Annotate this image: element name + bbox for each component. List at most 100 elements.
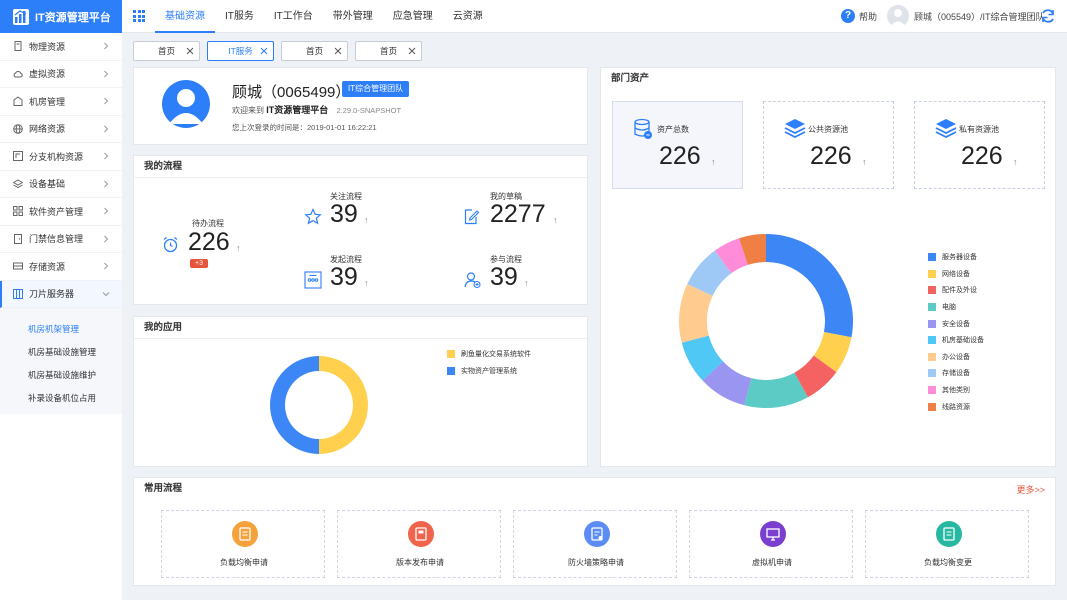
legend-item[interactable]: 安全设备 — [928, 315, 984, 332]
topnav-item-basic[interactable]: 基础资源 — [155, 0, 215, 33]
asset-public-card[interactable]: 公共资源池 226 ↑ — [763, 101, 894, 189]
asset-label: 公共资源池 — [808, 125, 848, 134]
sidebar-item-branch[interactable]: 分支机构资源 — [0, 143, 122, 171]
panel-title: 我的流程 — [134, 156, 587, 178]
pie-slice-1[interactable] — [319, 356, 368, 454]
sidebar-item-virtual[interactable]: 虚拟资源 — [0, 61, 122, 88]
balance-icon — [232, 521, 258, 547]
sidebar-item-label: 软件资产管理 — [29, 206, 84, 217]
sidebar-item-room[interactable]: 机房管理 — [0, 88, 122, 116]
sidebar-item-label: 设备基础 — [29, 179, 66, 190]
change-icon — [936, 521, 962, 547]
release-icon — [408, 521, 434, 547]
tab-it-service[interactable]: IT服务 — [207, 41, 274, 61]
process-firewall-apply[interactable]: 防火墙策略申请 — [513, 510, 677, 578]
topnav-item-cloud[interactable]: 云资源 — [443, 0, 493, 33]
close-icon[interactable] — [260, 47, 268, 55]
arrow-up-icon: ↑ — [364, 215, 369, 225]
process-lb-change[interactable]: 负载均衡变更 — [865, 510, 1029, 578]
legend-item[interactable]: 办公设备 — [928, 349, 984, 366]
dept-assets-panel: 部门资产 资产总数 226 ↑ 公共资源池 226 ↑ 私有资源池 226 ↑ … — [600, 67, 1056, 467]
process-release-apply[interactable]: 版本发布申请 — [337, 510, 501, 578]
team-badge[interactable]: IT综合管理团队 — [342, 81, 410, 97]
close-icon[interactable] — [408, 47, 416, 55]
top-bar: IT资源管理平台 基础资源 IT服务 IT工作台 带外管理 应急管理 云资源 ?… — [0, 0, 1067, 33]
legend-item[interactable]: 网络设备 — [928, 266, 984, 283]
legend-item[interactable]: 刷鱼量化交易系统软件 — [447, 346, 531, 363]
legend-label: 实物资产管理系统 — [461, 367, 517, 375]
sidebar-item-physical[interactable]: 物理资源 — [0, 33, 122, 61]
sidebar-item-blade[interactable]: 刀片服务器 — [0, 280, 122, 308]
sidebar-item-device[interactable]: 设备基础 — [0, 171, 122, 198]
sidebar-sub-infra-maintain[interactable]: 机房基础设施维护 — [0, 364, 122, 387]
sidebar-sub-slot[interactable]: 补录设备机位占用 — [0, 387, 122, 410]
asset-private-card[interactable]: 私有资源池 226 ↑ — [914, 101, 1045, 189]
legend-item[interactable]: 其他类别 — [928, 382, 984, 399]
sidebar-submenu: 机房机架管理 机房基础设施管理 机房基础设施维护 补录设备机位占用 — [0, 308, 122, 414]
sidebar-item-label: 虚拟资源 — [29, 69, 66, 80]
cloud-icon — [13, 70, 23, 78]
legend-item[interactable]: 线路资源 — [928, 398, 984, 415]
process-label: 负载均衡变更 — [924, 558, 972, 567]
topnav-item-emergency[interactable]: 应急管理 — [383, 0, 443, 33]
close-icon[interactable] — [186, 47, 194, 55]
sidebar-item-network[interactable]: 网络资源 — [0, 116, 122, 143]
chevron-right-icon — [104, 152, 109, 160]
panel-title: 常用流程 — [144, 483, 183, 494]
legend-item[interactable]: 电脑 — [928, 299, 984, 316]
sidebar-item-access[interactable]: 门禁信息管理 — [0, 226, 122, 253]
legend-item[interactable]: 机房基础设备 — [928, 332, 984, 349]
sidebar-sub-infra-manage[interactable]: 机房基础设施管理 — [0, 341, 122, 364]
topnav-item-it-workbench[interactable]: IT工作台 — [264, 0, 323, 33]
layers-icon — [13, 179, 23, 188]
profile-panel: 顾城（0065499） IT综合管理团队 欢迎来到 IT资源管理平台 2.29.… — [133, 67, 588, 145]
legend-item[interactable]: 实物资产管理系统 — [447, 363, 531, 380]
legend-swatch — [928, 369, 936, 378]
topnav-item-it-service[interactable]: IT服务 — [215, 0, 264, 33]
tab-home-1[interactable]: 首页 — [133, 41, 200, 61]
pie-slice-1[interactable] — [766, 234, 853, 338]
stat-value: 226 — [188, 228, 230, 256]
sidebar: 物理资源 虚拟资源 机房管理 网络资源 分支机构资源 设备基础 软件资产管理 门… — [0, 33, 122, 600]
legend-item[interactable]: 存储设备 — [928, 365, 984, 382]
app-logo[interactable]: IT资源管理平台 — [0, 0, 122, 33]
help-icon: ? — [841, 9, 855, 23]
top-nav: 基础资源 IT服务 IT工作台 带外管理 应急管理 云资源 — [155, 0, 493, 33]
process-lb-apply[interactable]: 负载均衡申请 — [161, 510, 325, 578]
page-tabs: 首页 IT服务 首页 首页 — [133, 41, 429, 61]
legend-label: 服务器设备 — [942, 254, 977, 262]
chevron-right-icon — [104, 97, 109, 105]
more-link[interactable]: 更多>> — [1016, 483, 1045, 496]
topnav-item-oob[interactable]: 带外管理 — [323, 0, 383, 33]
database-icon — [634, 118, 652, 139]
legend-item[interactable]: 配件及外设 — [928, 282, 984, 299]
process-vm-apply[interactable]: 虚拟机申请 — [689, 510, 853, 578]
legend-label: 安全设备 — [942, 320, 970, 328]
sidebar-item-software[interactable]: 软件资产管理 — [0, 198, 122, 226]
pie-slice-2[interactable] — [270, 356, 319, 454]
tab-home-3[interactable]: 首页 — [355, 41, 422, 61]
firewall-icon — [584, 521, 610, 547]
apps-grid-icon[interactable] — [133, 10, 145, 22]
legend-swatch — [928, 336, 936, 345]
asset-total-card[interactable]: 资产总数 226 ↑ — [612, 101, 743, 189]
legend-swatch — [928, 386, 936, 395]
chevron-right-icon — [104, 235, 109, 242]
sidebar-item-storage[interactable]: 存储资源 — [0, 253, 122, 281]
legend-item[interactable]: 服务器设备 — [928, 249, 984, 266]
logo-icon — [13, 8, 29, 25]
legend-swatch — [928, 269, 936, 278]
help-button[interactable]: ? 帮助 — [841, 9, 877, 23]
chevron-right-icon — [104, 42, 109, 50]
legend-label: 刷鱼量化交易系统软件 — [461, 351, 531, 359]
close-icon[interactable] — [334, 47, 342, 55]
refresh-icon[interactable] — [1040, 8, 1056, 24]
storage-icon — [13, 262, 23, 270]
legend-label: 电脑 — [942, 304, 956, 312]
legend-swatch — [928, 253, 936, 262]
user-menu[interactable]: 顾城（005549）/IT综合管理团队 — [887, 5, 1045, 27]
sidebar-sub-rack[interactable]: 机房机架管理 — [0, 318, 122, 341]
tab-home-2[interactable]: 首页 — [281, 41, 348, 61]
stack-icon — [935, 119, 957, 138]
user-add-icon — [464, 272, 481, 289]
